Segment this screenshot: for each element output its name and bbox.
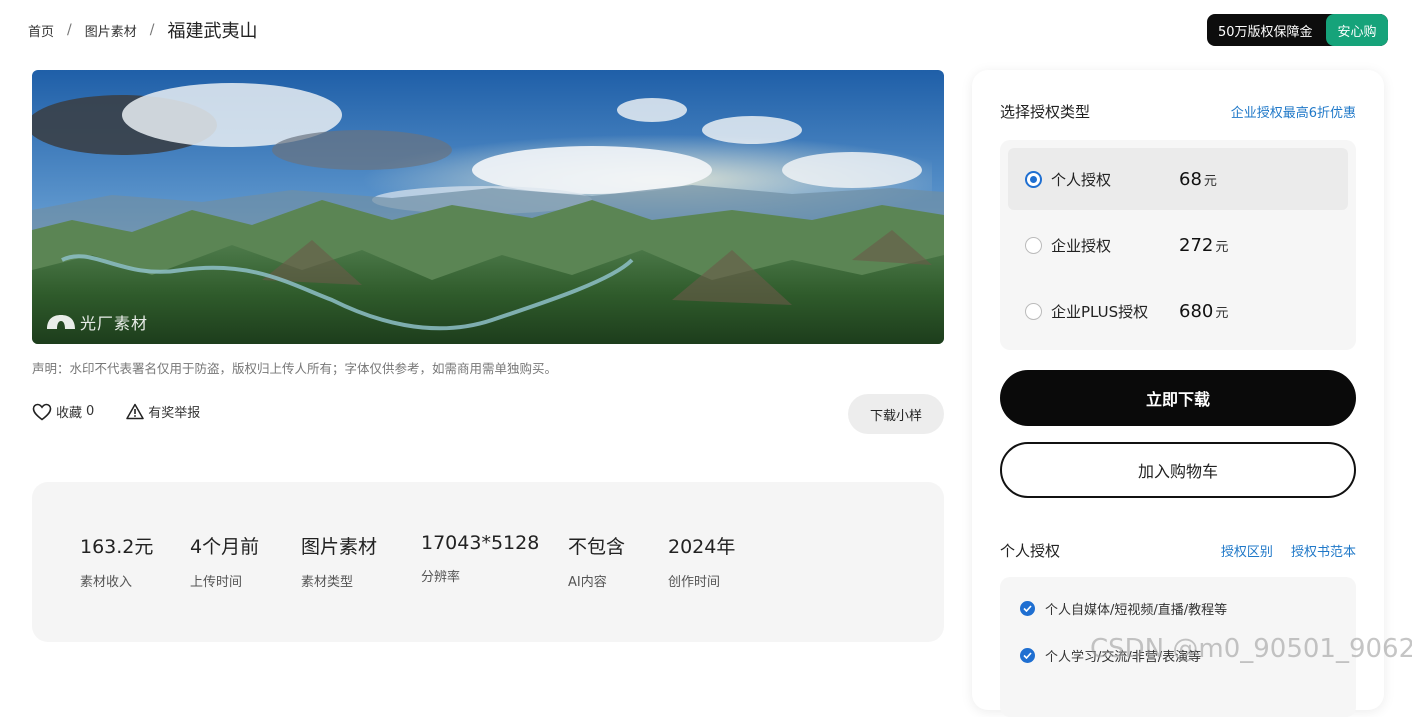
stat-value: 不包含 xyxy=(568,536,626,558)
page-title: 福建武夷山 xyxy=(167,21,258,42)
stat-label: 分辨率 xyxy=(421,570,461,585)
license-panel: 选择授权类型 企业授权最高6折优惠 个人授权 68 元 企业授权 272 元 企… xyxy=(972,70,1384,717)
download-now-button[interactable]: 立即下载 xyxy=(1000,370,1356,426)
actions-row: 收藏 0 有奖举报 xyxy=(32,402,232,421)
download-sample-button[interactable]: 下载小样 xyxy=(848,394,944,434)
option-unit: 元 xyxy=(1203,173,1217,189)
favorite-count: 0 xyxy=(86,404,95,419)
radio-unselected[interactable] xyxy=(1025,236,1042,254)
option-price: 68 xyxy=(1179,168,1202,190)
check-icon xyxy=(1020,648,1035,663)
breadcrumb-separator: / xyxy=(149,22,155,38)
stat-resolution: 17043*5128 分辨率 xyxy=(421,532,539,585)
enterprise-discount-link[interactable]: 企业授权最高6折优惠 xyxy=(1231,102,1356,121)
stat-label: 素材收入 xyxy=(80,575,133,590)
breadcrumb-category[interactable]: 图片素材 xyxy=(85,21,137,40)
option-price: 680 xyxy=(1179,300,1214,322)
landscape-image xyxy=(32,70,944,344)
option-unit: 元 xyxy=(1215,239,1229,255)
report-button[interactable]: 有奖举报 xyxy=(126,402,200,421)
stat-label: AI内容 xyxy=(568,575,607,590)
add-to-cart-button[interactable]: 加入购物车 xyxy=(1000,442,1356,498)
stat-label: 上传时间 xyxy=(190,575,243,590)
stat-value: 2024年 xyxy=(668,536,736,558)
license-type-title: 选择授权类型 xyxy=(1000,103,1091,121)
favorite-button[interactable]: 收藏 0 xyxy=(32,402,94,421)
license-scope-text: 个人自媒体/短视频/直播/教程等 xyxy=(1045,603,1228,618)
image-watermark: 光厂素材 xyxy=(45,310,148,334)
option-name: 企业PLUS授权 xyxy=(1051,302,1149,321)
hero-image[interactable]: 光厂素材 xyxy=(32,70,944,344)
option-unit: 元 xyxy=(1215,305,1229,321)
license-panel-header: 选择授权类型 企业授权最高6折优惠 xyxy=(1000,101,1356,122)
guarantee-tag: 安心购 xyxy=(1326,14,1388,46)
stat-income: 163.2元 素材收入 xyxy=(80,532,153,590)
license-option-personal[interactable]: 个人授权 68 元 xyxy=(1008,148,1348,210)
option-name: 企业授权 xyxy=(1051,236,1112,255)
option-price: 272 xyxy=(1179,234,1214,256)
license-detail-header: 个人授权 授权区别 授权书范本 xyxy=(1000,540,1356,561)
check-icon xyxy=(1020,601,1035,616)
guarantee-badge[interactable]: 50万版权保障金 安心购 xyxy=(1207,14,1388,46)
watermark-logo-icon xyxy=(47,315,75,329)
guarantee-text: 50万版权保障金 xyxy=(1218,24,1313,40)
license-sample-link[interactable]: 授权书范本 xyxy=(1291,545,1356,560)
option-name: 个人授权 xyxy=(1051,170,1112,189)
csdn-watermark: CSDN @m0_90501_90625194 xyxy=(1090,634,1412,664)
license-option-enterprise-plus[interactable]: 企业PLUS授权 680 元 xyxy=(1008,280,1348,342)
stat-ai-content: 不包含 AI内容 xyxy=(568,532,625,590)
breadcrumb-separator: / xyxy=(67,22,72,38)
breadcrumb: 首页 / 图片素材 / 福建武夷山 xyxy=(28,16,257,44)
stat-creation-time: 2024年 创作时间 xyxy=(668,532,735,590)
license-options: 个人授权 68 元 企业授权 272 元 企业PLUS授权 680 元 xyxy=(1000,140,1356,350)
stat-value: 图片素材 xyxy=(301,536,378,558)
favorite-label: 收藏 xyxy=(56,406,83,421)
license-detail-title: 个人授权 xyxy=(1000,542,1061,560)
stat-label: 素材类型 xyxy=(301,575,354,590)
report-label: 有奖举报 xyxy=(148,406,201,421)
warning-icon xyxy=(126,403,145,420)
license-links: 授权区别 授权书范本 xyxy=(1208,541,1356,560)
stat-label: 创作时间 xyxy=(668,575,721,590)
license-option-enterprise[interactable]: 企业授权 272 元 xyxy=(1008,214,1348,276)
breadcrumb-home[interactable]: 首页 xyxy=(28,21,54,40)
watermark-text: 光厂素材 xyxy=(80,314,149,333)
stat-upload-time: 4个月前 上传时间 xyxy=(190,532,259,590)
heart-icon xyxy=(32,403,52,421)
list-item: 个人自媒体/短视频/直播/教程等 xyxy=(1020,599,1227,618)
radio-selected[interactable] xyxy=(1025,170,1042,188)
stat-value: 163.2元 xyxy=(80,536,154,558)
stat-type: 图片素材 素材类型 xyxy=(301,532,377,590)
stat-value: 4个月前 xyxy=(190,536,260,558)
disclaimer-text: 声明：水印不代表署名仅用于防盗，版权归上传人所有；字体仅供参考，如需商用需单独购… xyxy=(32,361,558,376)
stat-value: 17043*5128 xyxy=(421,532,540,554)
radio-unselected[interactable] xyxy=(1025,302,1042,320)
license-difference-link[interactable]: 授权区别 xyxy=(1221,545,1273,560)
stats-card: 163.2元 素材收入 4个月前 上传时间 图片素材 素材类型 17043*51… xyxy=(32,482,944,642)
